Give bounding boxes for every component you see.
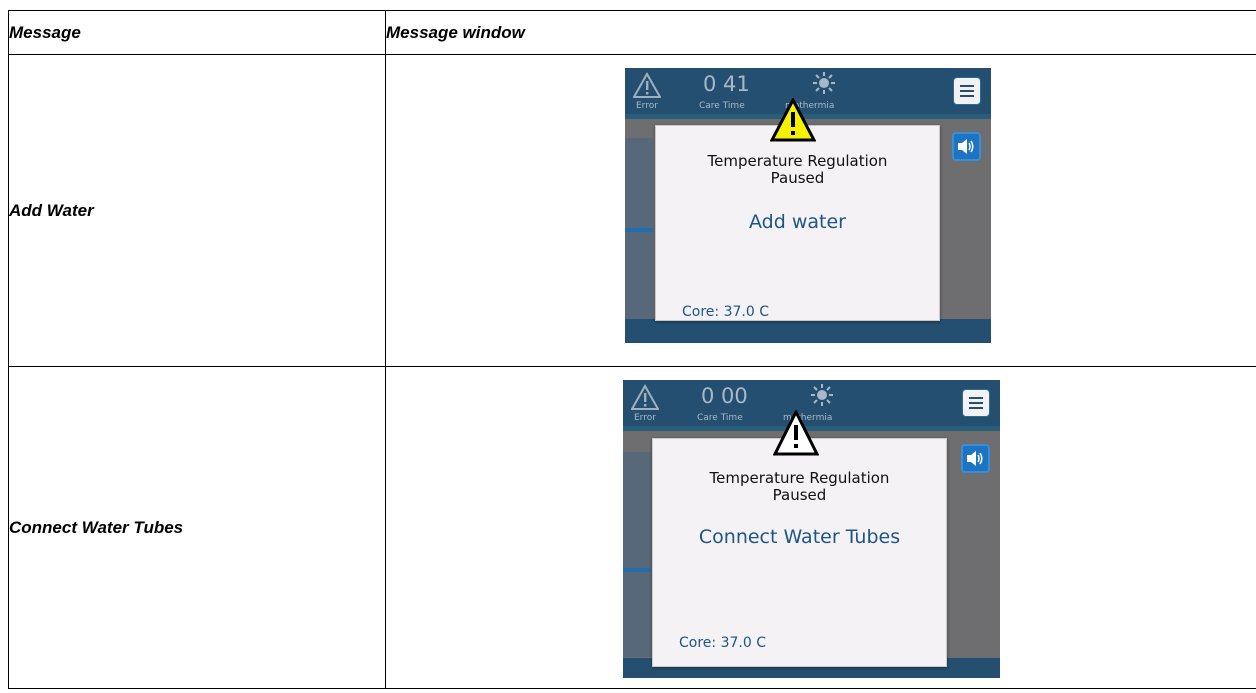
speaker-icon[interactable]: [961, 444, 990, 473]
care-time-value: 0 41: [703, 72, 750, 96]
message-label: Add Water: [8, 54, 386, 367]
table-row: Connect Water Tubes Error 0 00 Care Time…: [8, 366, 1256, 689]
error-triangle-icon[interactable]: [631, 384, 659, 410]
device-screen: Error 0 00 Care Time mothermia Temperatu…: [623, 380, 1000, 678]
core-temperature: Core: 37.0 C: [679, 635, 766, 651]
graph-line: [623, 568, 651, 572]
menu-icon[interactable]: [953, 77, 981, 105]
message-window-cell: Error 0 00 Care Time mothermia Temperatu…: [385, 366, 1256, 689]
graph-strip: [625, 138, 653, 328]
core-temperature: Core: 37.0 C: [682, 304, 769, 320]
menu-icon[interactable]: [962, 389, 990, 417]
graph-line: [625, 228, 653, 232]
sun-icon[interactable]: [811, 384, 833, 406]
sun-icon[interactable]: [813, 72, 835, 94]
error-label: Error: [636, 101, 658, 111]
alert-dialog: Temperature Regulation Paused Connect Wat…: [652, 438, 947, 667]
alert-dialog: Temperature Regulation Paused Add water C…: [655, 125, 940, 321]
graph-strip: [623, 452, 651, 657]
message-table: Message Message window Add Water Error 0…: [8, 10, 1256, 689]
bottom-bar: [625, 319, 991, 343]
dialog-title: Temperature Regulation Paused: [707, 152, 888, 187]
care-time-label: Care Time: [699, 101, 745, 111]
dialog-message: Connect Water Tubes: [698, 526, 901, 548]
dialog-title: Temperature Regulation Paused: [709, 469, 890, 504]
header-message-window: Message window: [385, 10, 1256, 55]
table-row: Add Water Error 0 41 Care Time mothermia: [8, 54, 1256, 367]
error-triangle-icon[interactable]: [633, 72, 661, 98]
speaker-icon[interactable]: [952, 132, 981, 161]
care-time-label: Care Time: [697, 413, 743, 423]
warning-triangle-icon: [773, 410, 819, 456]
device-screen: Error 0 41 Care Time mothermia Temperatu…: [625, 68, 991, 343]
message-window-cell: Error 0 41 Care Time mothermia Temperatu…: [385, 54, 1256, 367]
care-time-value: 0 00: [701, 384, 748, 408]
header-message: Message: [8, 10, 386, 55]
message-label: Connect Water Tubes: [8, 366, 386, 689]
error-label: Error: [634, 413, 656, 423]
dialog-message: Add water: [749, 211, 846, 233]
warning-triangle-icon: [770, 98, 816, 142]
